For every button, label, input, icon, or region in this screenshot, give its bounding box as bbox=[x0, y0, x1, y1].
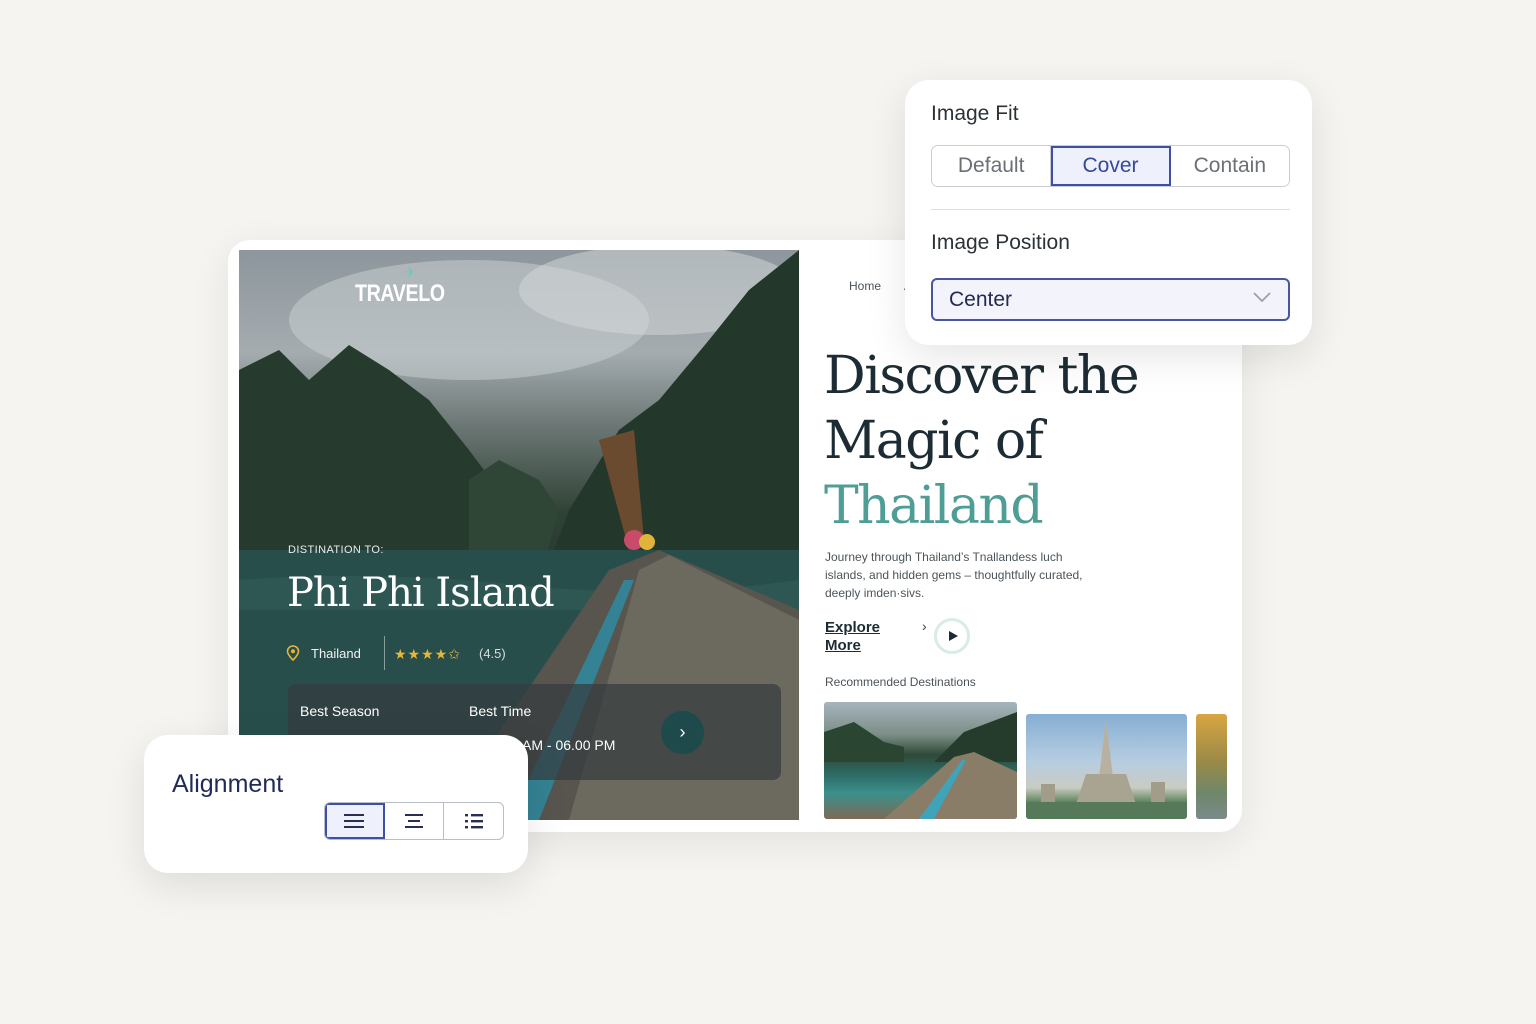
best-time-label: Best Time bbox=[469, 703, 532, 719]
rating-stars: ★★★★✩ bbox=[394, 646, 461, 662]
destination-thumbnail[interactable] bbox=[1196, 714, 1227, 819]
alignment-button-group bbox=[324, 802, 504, 840]
best-season-label: Best Season bbox=[300, 703, 380, 719]
chevron-right-icon: › bbox=[679, 722, 686, 742]
headline-line-3: Thailand bbox=[824, 476, 1044, 536]
fit-default-button[interactable]: Default bbox=[932, 146, 1052, 186]
fit-contain-button[interactable]: Contain bbox=[1170, 146, 1289, 186]
image-fit-segmented-control: Default Cover Contain bbox=[931, 145, 1290, 187]
align-left-icon bbox=[344, 814, 365, 828]
destination-thumbnail[interactable] bbox=[1026, 714, 1187, 819]
page-headline: Discover the Magic of Thailand bbox=[824, 344, 1140, 539]
best-time-value: AM - 06.00 PM bbox=[522, 737, 616, 753]
play-icon bbox=[949, 631, 958, 641]
meta-divider bbox=[384, 636, 385, 670]
headline-line-2: Magic of bbox=[824, 411, 1044, 471]
headline-line-1: Discover the bbox=[824, 346, 1140, 406]
image-fit-title: Image Fit bbox=[931, 102, 1019, 125]
nav-home-link[interactable]: Home bbox=[849, 279, 881, 293]
image-position-value: Center bbox=[949, 287, 1013, 311]
align-center-icon bbox=[405, 814, 423, 828]
fit-cover-button[interactable]: Cover bbox=[1051, 146, 1171, 186]
rating-value: (4.5) bbox=[479, 646, 506, 661]
align-center-button[interactable] bbox=[385, 803, 445, 839]
chevron-down-icon bbox=[1253, 292, 1271, 303]
list-icon bbox=[464, 814, 483, 829]
section-divider bbox=[931, 209, 1290, 210]
explore-more-link[interactable]: Explore More bbox=[825, 619, 895, 655]
image-position-title: Image Position bbox=[931, 231, 1070, 254]
intro-paragraph: Journey through Thailand’s Tnallandess l… bbox=[825, 550, 1083, 600]
destination-kicker: DISTINATION TO: bbox=[288, 544, 384, 556]
chevron-right-icon: › bbox=[922, 618, 927, 634]
location-pin-icon bbox=[286, 645, 300, 661]
brand-logo[interactable]: TRAVELO bbox=[355, 280, 445, 308]
plane-icon: ✈ bbox=[404, 264, 416, 280]
recommended-label: Recommended Destinations bbox=[825, 675, 976, 689]
destination-country: Thailand bbox=[311, 646, 361, 661]
align-list-button[interactable] bbox=[444, 803, 503, 839]
image-position-select[interactable]: Center bbox=[931, 278, 1290, 321]
destination-thumbnail[interactable] bbox=[824, 702, 1017, 819]
next-slide-button[interactable]: › bbox=[661, 711, 704, 754]
play-video-button[interactable] bbox=[934, 618, 970, 654]
alignment-title: Alignment bbox=[172, 770, 284, 798]
destination-title: Phi Phi Island bbox=[287, 570, 555, 616]
align-left-button[interactable] bbox=[325, 803, 385, 839]
